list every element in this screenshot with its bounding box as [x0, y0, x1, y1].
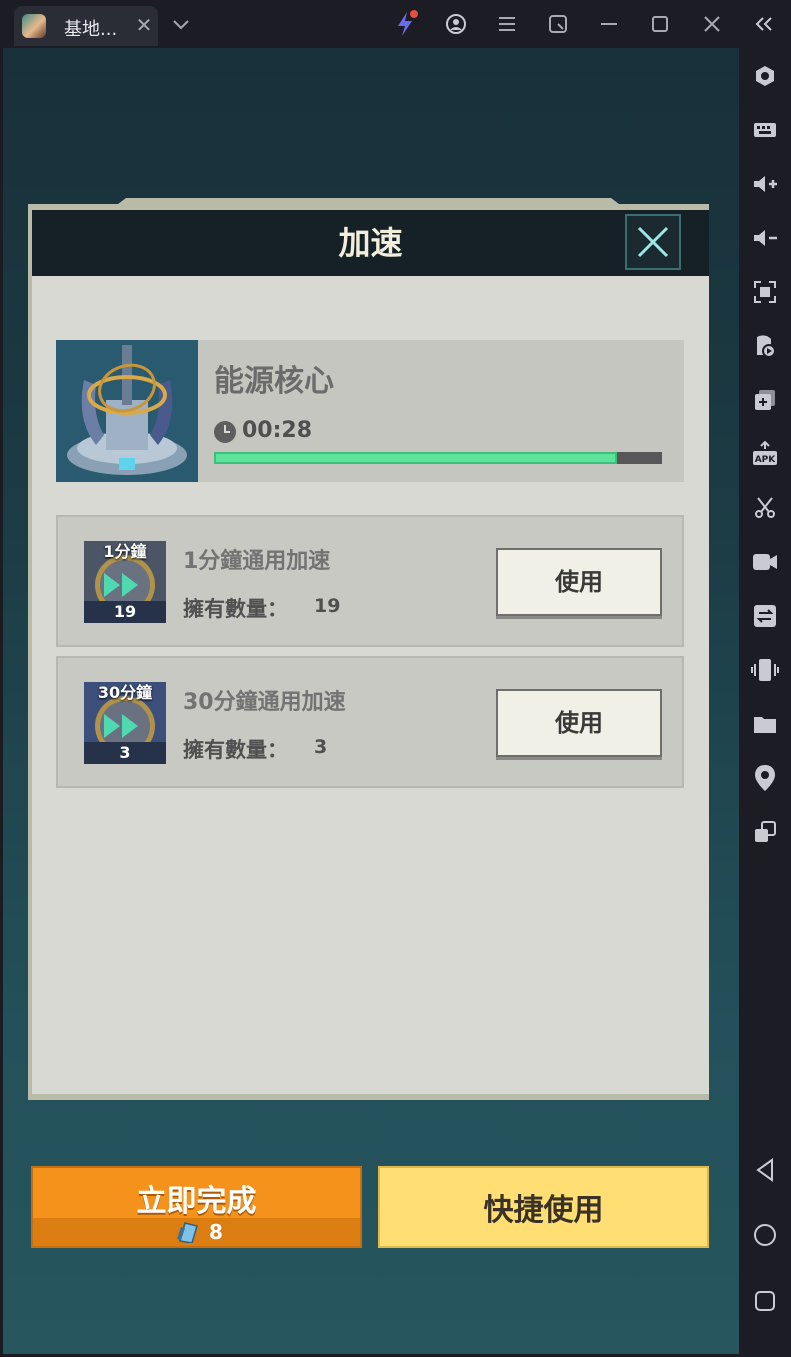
owned-quantity-value: 3	[314, 736, 328, 758]
maximize-icon[interactable]	[646, 10, 674, 38]
back-icon[interactable]	[751, 1156, 779, 1184]
remaining-time: 00:28	[242, 418, 313, 443]
speedup-item-icon: 30分鐘 3	[84, 682, 166, 764]
speedup-item-name: 1分鐘通用加速	[183, 549, 331, 574]
keyboard-icon[interactable]	[751, 116, 779, 144]
record-icon[interactable]	[751, 548, 779, 576]
target-building-name: 能源核心	[214, 364, 334, 399]
scissors-icon[interactable]	[751, 494, 779, 522]
home-icon[interactable]	[751, 1221, 779, 1249]
recents-icon[interactable]	[751, 1287, 779, 1315]
energy-core-image	[56, 340, 198, 482]
speedup-item-icon-label: 30分鐘	[97, 683, 153, 702]
dialog-title: 加速	[338, 224, 403, 262]
owned-quantity-label: 擁有數量：	[183, 738, 288, 762]
emulator-sidebar: APK	[739, 48, 791, 1357]
speedup-item-icon-count: 19	[84, 601, 166, 623]
apk-install-icon[interactable]: APK	[751, 440, 779, 468]
speedup-item-row: 1分鐘 19 1分鐘通用加速 擁有數量： 19 使用	[56, 515, 684, 647]
close-x-icon	[637, 226, 669, 258]
gamepad-icon[interactable]	[751, 332, 779, 360]
settings-hex-icon[interactable]	[751, 62, 779, 90]
account-icon[interactable]	[442, 10, 470, 38]
lightning-icon[interactable]	[392, 10, 420, 38]
speedup-item-name: 30分鐘通用加速	[183, 690, 346, 715]
volume-down-icon[interactable]	[751, 224, 779, 252]
tab-close-icon[interactable]: ✕	[132, 13, 156, 37]
svg-text:APK: APK	[755, 455, 777, 465]
folder-icon[interactable]	[751, 710, 779, 738]
collapse-sidebar-icon[interactable]	[750, 10, 778, 38]
sync-icon[interactable]	[751, 602, 779, 630]
volume-up-icon[interactable]	[751, 170, 779, 198]
screenshot-icon[interactable]	[544, 10, 572, 38]
speedup-item-icon-label: 1分鐘	[103, 542, 147, 561]
multi-instance-icon[interactable]	[751, 386, 779, 414]
owned-quantity-label: 擁有數量：	[183, 597, 288, 621]
tab-avatar-icon	[22, 14, 46, 38]
quick-use-button[interactable]: 快捷使用	[378, 1166, 709, 1248]
use-button[interactable]: 使用	[496, 689, 662, 757]
build-progress-fill	[214, 452, 617, 464]
complete-now-button[interactable]: 立即完成 8	[31, 1166, 362, 1248]
tab-title: 基地...	[64, 19, 118, 40]
complete-now-cost: 8	[33, 1218, 360, 1246]
complete-now-cost-value: 8	[209, 1220, 223, 1244]
energy-core-illustration	[56, 340, 198, 482]
chevron-down-icon[interactable]	[167, 10, 195, 38]
speedup-item-icon-count: 3	[84, 742, 166, 764]
minimize-icon[interactable]	[595, 10, 623, 38]
emulator-titlebar: 基地... ✕	[0, 0, 791, 48]
build-progress-bar	[214, 452, 662, 464]
owned-quantity-value: 19	[314, 595, 341, 617]
use-button[interactable]: 使用	[496, 548, 662, 616]
speedup-ticket-icon	[177, 1222, 198, 1243]
dialog-close-button[interactable]	[625, 214, 681, 270]
clock-icon	[214, 421, 236, 443]
speedup-item-icon: 1分鐘 19	[84, 541, 166, 623]
speedup-dialog-header: 加速	[32, 210, 709, 276]
close-icon[interactable]	[698, 10, 726, 38]
location-icon[interactable]	[751, 764, 779, 792]
shake-icon[interactable]	[751, 656, 779, 684]
fullscreen-icon[interactable]	[751, 278, 779, 306]
rotate-icon[interactable]	[751, 818, 779, 846]
menu-icon[interactable]	[493, 10, 521, 38]
complete-now-label: 立即完成	[136, 1184, 257, 1219]
speedup-item-row: 30分鐘 3 30分鐘通用加速 擁有數量： 3 使用	[56, 656, 684, 788]
app-tab[interactable]: 基地... ✕	[14, 6, 158, 46]
